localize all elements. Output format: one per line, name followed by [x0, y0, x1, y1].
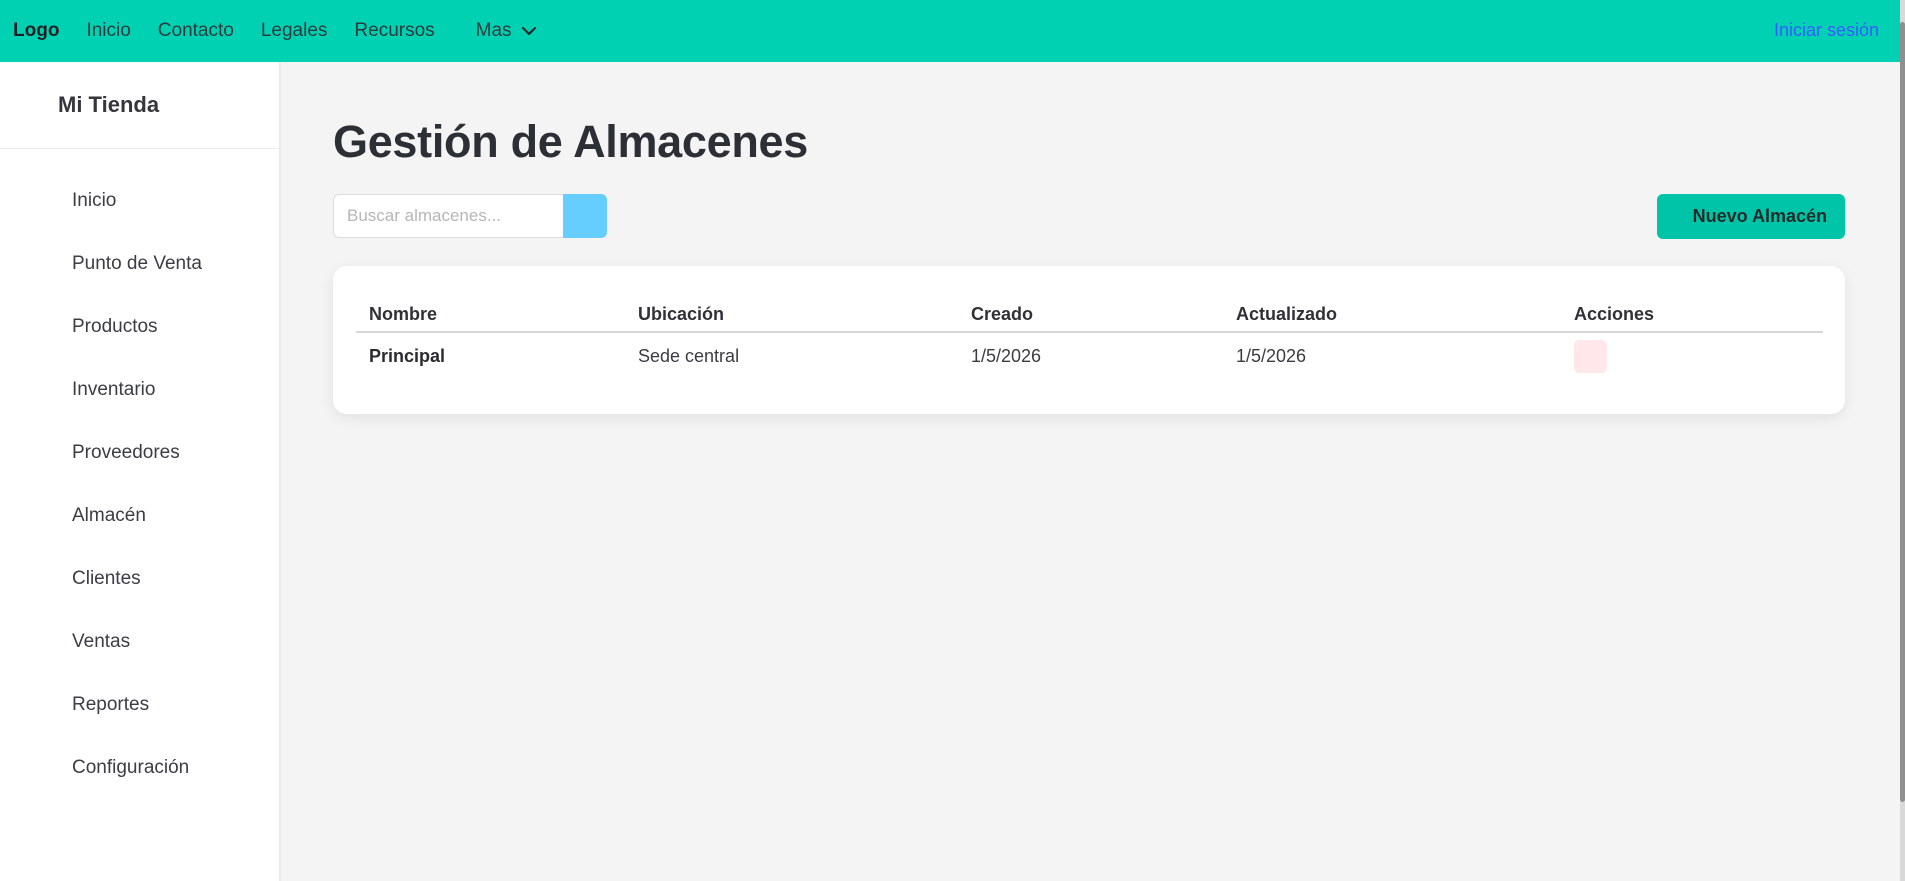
main-content: Gestión de Almacenes Nuevo Almacén Nombr…: [283, 62, 1900, 881]
cell-updated: 1/5/2026: [1236, 346, 1307, 366]
nav-link-legales[interactable]: Legales: [261, 20, 328, 42]
store-name: Mi Tienda: [0, 62, 279, 149]
sidebar-item-inicio[interactable]: Inicio: [0, 169, 279, 232]
column-header-acciones: Acciones: [1561, 298, 1823, 333]
sidebar-item-almacen[interactable]: Almacén: [0, 484, 279, 547]
cell-location: Sede central: [638, 346, 740, 366]
nav-link-contacto[interactable]: Contacto: [158, 20, 234, 42]
login-link[interactable]: Iniciar sesión: [1774, 20, 1879, 41]
scrollbar-thumb[interactable]: [1900, 22, 1905, 802]
sidebar: Mi Tienda Inicio Punto de Venta Producto…: [0, 62, 281, 881]
page-scrollbar[interactable]: [1900, 0, 1905, 881]
search-bar: [333, 194, 607, 238]
sidebar-item-productos[interactable]: Productos: [0, 295, 279, 358]
table-header-row: Nombre Ubicación Creado Actualizado Acci…: [356, 298, 1823, 333]
column-header-actualizado: Actualizado: [1223, 298, 1561, 333]
sidebar-item-configuracion[interactable]: Configuración: [0, 736, 279, 799]
sidebar-menu: Inicio Punto de Venta Productos Inventar…: [0, 149, 279, 799]
sidebar-item-inventario[interactable]: Inventario: [0, 358, 279, 421]
column-header-creado: Creado: [958, 298, 1223, 333]
cell-actions: [1561, 332, 1823, 380]
warehouses-card: Nombre Ubicación Creado Actualizado Acci…: [333, 266, 1845, 414]
nav-link-recursos[interactable]: Recursos: [354, 20, 434, 42]
search-input[interactable]: [333, 194, 563, 238]
nav-more-label: Mas: [475, 20, 512, 41]
chevron-down-icon: [521, 26, 536, 36]
sidebar-item-reportes[interactable]: Reportes: [0, 673, 279, 736]
nav-link-inicio[interactable]: Inicio: [86, 20, 130, 42]
column-header-nombre: Nombre: [356, 298, 625, 333]
cell-created: 1/5/2026: [971, 346, 1042, 366]
sidebar-item-ventas[interactable]: Ventas: [0, 610, 279, 673]
sidebar-item-punto-de-venta[interactable]: Punto de Venta: [0, 232, 279, 295]
sidebar-item-proveedores[interactable]: Proveedores: [0, 421, 279, 484]
column-header-ubicacion: Ubicación: [625, 298, 958, 333]
warehouses-table: Nombre Ubicación Creado Actualizado Acci…: [356, 298, 1823, 380]
table-row: Principal Sede central 1/5/2026 1/5/2026: [356, 332, 1823, 380]
page-title: Gestión de Almacenes: [333, 116, 809, 167]
cell-name: Principal: [369, 346, 446, 366]
search-button[interactable]: [563, 194, 607, 238]
delete-button[interactable]: [1574, 340, 1607, 373]
new-warehouse-button[interactable]: Nuevo Almacén: [1657, 194, 1845, 239]
sidebar-item-clientes[interactable]: Clientes: [0, 547, 279, 610]
nav-more-dropdown[interactable]: Mas: [476, 20, 537, 42]
logo[interactable]: Logo: [13, 20, 59, 42]
top-navbar: Logo Inicio Contacto Legales Recursos Ma…: [0, 0, 1900, 62]
